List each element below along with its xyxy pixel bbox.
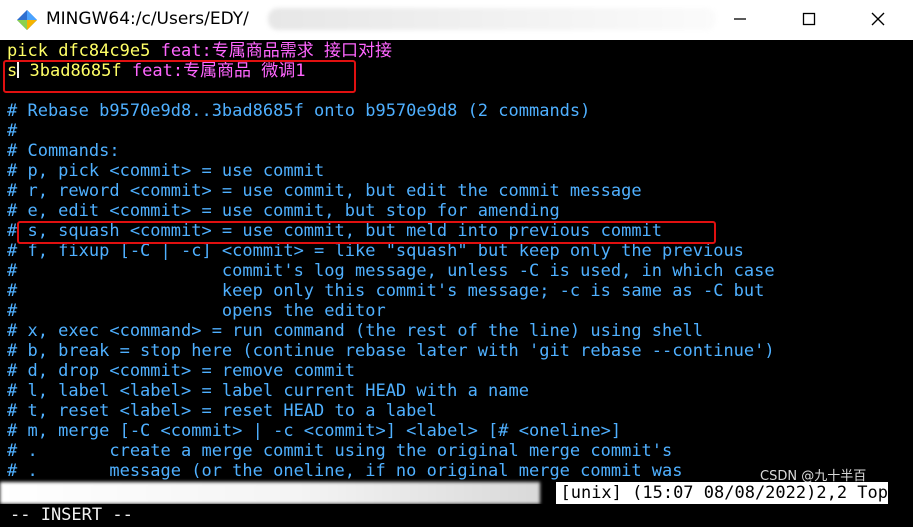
comment-line: # keep only this commit's message; -c is… — [7, 281, 765, 301]
comment-line: # Rebase b9570e9d8..3bad8685f onto b9570… — [7, 101, 591, 121]
mingw-diamond-icon — [16, 9, 38, 31]
comment-line: # t, reset <label> = reset HEAD to a lab… — [7, 401, 437, 421]
comment-line: # f, fixup [-C | -c] <commit> = like "sq… — [7, 241, 744, 261]
mode-indicator: -- INSERT -- — [10, 505, 133, 525]
todo-line[interactable]: pick dfc84c9e5 feat:专属商品需求 接口对接 — [7, 41, 392, 61]
comment-line: # r, reword <commit> = use commit, but e… — [7, 181, 642, 201]
comment-line: # b, break = stop here (continue rebase … — [7, 341, 775, 361]
comment-line: # m, merge [-C <commit> | -c <commit>] <… — [7, 421, 622, 441]
close-button[interactable] — [843, 0, 913, 40]
comment-line: # d, drop <commit> = remove commit — [7, 361, 355, 381]
window-title: MINGW64:/c/Users/EDY/ — [46, 9, 249, 29]
vim-status-line: [unix] (15:07 08/08/2022)2,2 Top — [0, 482, 913, 504]
comment-line: # p, pick <commit> = use commit — [7, 161, 325, 181]
comment-line: # e, edit <commit> = use commit, but sto… — [7, 201, 560, 221]
status-text: [unix] (15:07 08/08/2022)2,2 Top — [556, 482, 888, 504]
comment-line: # — [7, 121, 18, 141]
comment-line: # opens the editor — [7, 301, 386, 321]
comment-line: # Commands: — [7, 141, 120, 161]
todo-message: 专属商品需求 接口对接 — [211, 41, 393, 61]
todo-type: feat: — [160, 41, 212, 61]
maximize-icon — [802, 11, 816, 30]
window-titlebar[interactable]: MINGW64:/c/Users/EDY/ — [0, 0, 913, 40]
todo-command: pick — [7, 41, 48, 61]
comment-line: # commit's log message, unless -C is use… — [7, 261, 775, 281]
vim-mode-bar: -- INSERT -- — [0, 504, 913, 527]
todo-hash: dfc84c9e5 — [58, 41, 151, 61]
comment-line: # l, label <label> = label current HEAD … — [7, 381, 529, 401]
comment-line: # . create a merge commit using the orig… — [7, 441, 673, 461]
comment-line: # x, exec <command> = run command (the r… — [7, 321, 703, 341]
comment-line: # . message (or the oneline, if no origi… — [7, 461, 683, 481]
terminal-area[interactable]: pick dfc84c9e5 feat:专属商品需求 接口对接 s 3bad86… — [0, 40, 913, 527]
highlight-box-squash — [17, 221, 716, 244]
csdn-watermark: CSDN @九十半百 — [760, 469, 867, 484]
title-redacted-area — [268, 8, 716, 30]
highlight-box-todo — [3, 60, 356, 93]
minimize-button[interactable] — [705, 0, 775, 40]
close-icon — [871, 11, 885, 30]
minimize-icon — [733, 11, 747, 30]
maximize-button[interactable] — [774, 0, 844, 40]
